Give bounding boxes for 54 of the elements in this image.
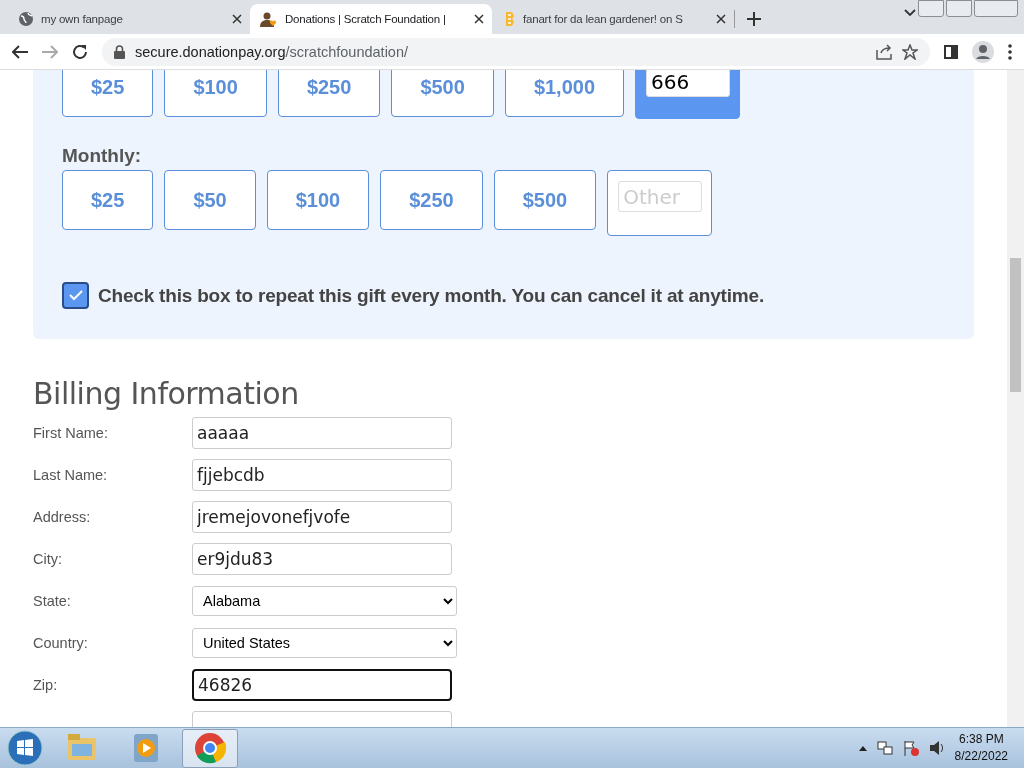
field-label: Address:	[33, 509, 92, 525]
star-icon[interactable]	[902, 43, 918, 60]
address-bar[interactable]: secure.donationpay.org/scratchfoundation/	[102, 37, 930, 66]
check-icon	[68, 290, 83, 301]
lock-icon	[114, 44, 125, 59]
text-field[interactable]: er9jdu83	[192, 543, 452, 575]
browser-tab[interactable]: my own fanpage	[8, 4, 250, 34]
share-icon[interactable]	[876, 43, 892, 60]
scrollbar-thumb[interactable]	[1010, 258, 1021, 392]
start-button[interactable]	[4, 729, 46, 767]
text-field[interactable]: jremejovonefjvofe	[192, 501, 452, 533]
other-amount-field[interactable]: 666	[646, 70, 731, 97]
back-icon[interactable]	[12, 44, 28, 59]
checkbox-label: Check this box to repeat this gift every month. You can cancel it at anytime.	[98, 284, 764, 307]
close-icon[interactable]	[232, 14, 242, 24]
close-icon[interactable]	[474, 14, 484, 24]
field-label: Last Name:	[33, 467, 109, 483]
window-close-button[interactable]	[974, 0, 1018, 17]
side-panel-icon[interactable]	[944, 44, 958, 59]
dropdown[interactable]: Alabama	[192, 586, 457, 616]
field-label: Country:	[33, 635, 89, 651]
browser-icon	[192, 730, 228, 766]
new-tab-icon[interactable]	[747, 12, 761, 26]
person-icon	[260, 11, 278, 27]
scrollbar[interactable]	[1007, 70, 1024, 727]
dropdown[interactable]: United States	[192, 628, 457, 658]
taskbar-button[interactable]	[182, 728, 238, 768]
text-field[interactable]: aaaaa	[192, 417, 452, 449]
menu-icon[interactable]	[1008, 43, 1012, 60]
field-label: First Name:	[33, 425, 109, 441]
amount-option[interactable]: 666	[635, 70, 741, 119]
section-heading: Billing Information	[33, 376, 300, 411]
restore-button[interactable]	[946, 0, 972, 17]
clock-date: 8/22/2022	[954, 748, 1008, 765]
browser-tab[interactable]: Donations | Scratch Foundation |	[250, 4, 492, 34]
url-text: secure.donationpay.org/scratchfoundation/	[135, 43, 408, 60]
globe-icon	[18, 11, 34, 27]
clock-time: 6:38 PM	[958, 731, 1004, 748]
text-field[interactable]: 46826	[192, 669, 452, 701]
up-arrow-icon[interactable]	[858, 745, 867, 751]
field-label: Zip:	[33, 677, 59, 693]
field-label: City:	[33, 551, 63, 567]
profile-icon[interactable]	[972, 40, 994, 63]
field-label: State:	[33, 593, 72, 609]
reload-icon[interactable]	[72, 43, 88, 60]
chevron-down-icon[interactable]	[904, 9, 916, 17]
text-field[interactable]: fjjebcdb	[192, 459, 452, 491]
network-icon[interactable]	[876, 740, 893, 756]
checkbox[interactable]	[62, 282, 89, 309]
speaker-icon[interactable]	[928, 740, 945, 756]
monthly-label: Monthly:	[62, 145, 143, 167]
close-icon[interactable]	[716, 14, 726, 24]
flag-icon[interactable]	[902, 740, 919, 756]
browser-tab[interactable]: fanart for da lean gardener! on S	[492, 4, 734, 34]
